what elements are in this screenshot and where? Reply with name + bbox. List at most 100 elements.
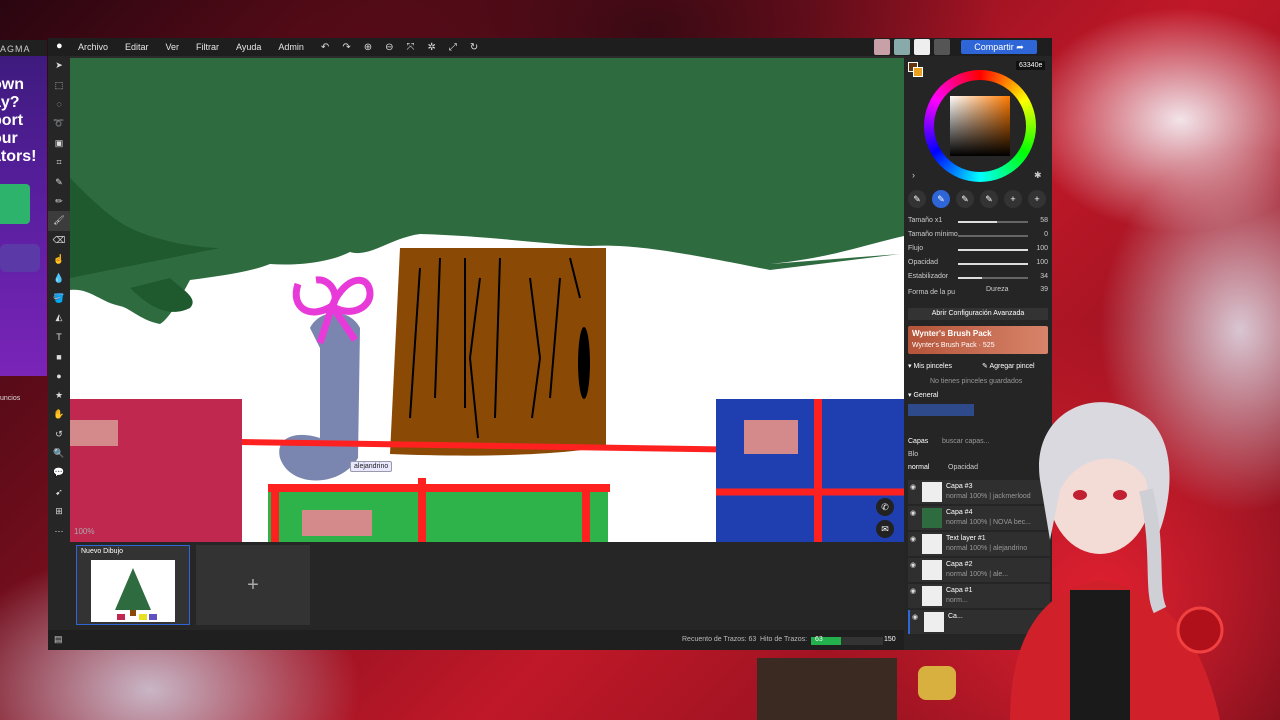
color-square[interactable]	[950, 96, 1010, 156]
hand-icon[interactable]: ✋	[48, 405, 70, 424]
size-fill	[958, 221, 997, 223]
rotate-icon[interactable]: ↻	[470, 42, 478, 53]
eye-icon[interactable]: ◉	[910, 561, 916, 569]
eraser-icon[interactable]: ⌫	[48, 231, 70, 250]
sidebar-ad[interactable]: AGMA own ay? port our ators!	[0, 40, 47, 376]
min-size-slider[interactable]: Tamaño mínimo 0	[908, 230, 1048, 242]
pencil-icon[interactable]: ✏	[48, 192, 70, 211]
size-track[interactable]	[958, 221, 1028, 223]
brush-preset-6[interactable]: +	[1028, 190, 1046, 208]
brush-icon[interactable]: 🖌	[48, 211, 70, 231]
brush-preset-3[interactable]: ✎	[956, 190, 974, 208]
share-button[interactable]: Compartir ➦	[961, 40, 1037, 54]
document-title: Nuevo Dibujo	[81, 548, 124, 555]
eye-icon[interactable]: ◉	[910, 483, 916, 491]
pointer-icon[interactable]: ➹	[48, 483, 70, 502]
gear-icon[interactable]: ✱	[1034, 170, 1042, 181]
avatar[interactable]	[874, 39, 890, 55]
eye-icon[interactable]: ◉	[912, 613, 918, 621]
drawing-canvas[interactable]: alejandrino ✆ ✉	[70, 58, 904, 542]
brush-preset-1[interactable]: ✎	[908, 190, 926, 208]
lasso-icon[interactable]: ➰	[48, 114, 70, 133]
zoom-in-icon[interactable]: ⊕	[364, 42, 372, 53]
brush-preset-5[interactable]: +	[1004, 190, 1022, 208]
zoom-out-icon[interactable]: ⊖	[385, 42, 393, 53]
crop-icon[interactable]: ⌗	[48, 153, 70, 172]
transform-icon[interactable]: ▣	[48, 134, 70, 153]
opacity-slider[interactable]: Opacidad 100	[908, 258, 1048, 270]
flow-slider[interactable]: Flujo 100	[908, 244, 1048, 256]
opacity-track[interactable]	[958, 263, 1028, 265]
color-wheel[interactable]	[924, 70, 1036, 182]
call-icon[interactable]: ✆	[876, 498, 894, 516]
advanced-settings-button[interactable]: Abrir Configuración Avanzada	[908, 308, 1048, 320]
menu-admin[interactable]: Admin	[278, 42, 304, 52]
star-shape-icon[interactable]: ★	[48, 386, 70, 405]
add-brush-button[interactable]: ✎ Agregar pincel	[982, 362, 1035, 370]
settings-icon[interactable]: ✲	[427, 42, 435, 53]
menu-editar[interactable]: Editar	[125, 42, 149, 52]
add-document-button[interactable]: +	[196, 545, 310, 625]
ad-brand: AGMA	[0, 40, 47, 56]
expand-icon[interactable]: ›	[912, 170, 915, 180]
menu-bar: ● Archivo Editar Ver Filtrar Ayuda Admin…	[48, 38, 1052, 56]
panel-toggle-icon[interactable]: ▤	[54, 634, 63, 645]
chat-icon[interactable]: ✉	[876, 520, 894, 538]
brush-preset-2[interactable]: ✎	[932, 190, 950, 208]
rect-shape-icon[interactable]: ■	[48, 347, 70, 366]
app-logo-icon[interactable]: ●	[56, 40, 70, 54]
avatar[interactable]	[934, 39, 950, 55]
eye-icon[interactable]: ◉	[910, 509, 916, 517]
my-brushes-header[interactable]: ▾ Mis pinceles	[908, 362, 952, 370]
document-strip: Nuevo Dibujo +	[70, 542, 904, 630]
eye-icon[interactable]: ◉	[910, 587, 916, 595]
fill-icon[interactable]: 🪣	[48, 289, 70, 308]
smudge-icon[interactable]: ☝	[48, 250, 70, 269]
drawing-app: ● Archivo Editar Ver Filtrar Ayuda Admin…	[48, 38, 1052, 650]
stabilizer-slider[interactable]: Estabilizador 34	[908, 272, 1048, 284]
flow-track[interactable]	[958, 249, 1028, 251]
ad-links[interactable]: uncios	[0, 395, 20, 402]
secondary-color-swatch[interactable]	[913, 67, 923, 77]
avatar[interactable]	[894, 39, 910, 55]
rotate-view-icon[interactable]: ↺	[48, 424, 70, 443]
layer-blend-mode[interactable]: normal	[908, 464, 929, 471]
move-tool-icon[interactable]: ➤	[48, 56, 70, 75]
general-header[interactable]: ▾ General	[908, 391, 938, 399]
size-slider[interactable]: Tamaño x1 58	[908, 216, 1048, 228]
undo-icon[interactable]: ↶	[321, 42, 329, 53]
min-size-track[interactable]	[958, 235, 1028, 237]
color-hex[interactable]: 63340e	[1016, 61, 1046, 70]
document-thumbnail[interactable]: Nuevo Dibujo	[76, 545, 190, 625]
avatar[interactable]	[914, 39, 930, 55]
menu-filtrar[interactable]: Filtrar	[196, 42, 219, 52]
blur-icon[interactable]: 💧	[48, 269, 70, 288]
fullscreen-icon[interactable]: ⤢	[449, 42, 457, 53]
text-icon[interactable]: T	[48, 327, 70, 346]
select-ellipse-icon[interactable]: ◌	[48, 95, 70, 114]
eyedropper-icon[interactable]: ✎	[48, 172, 70, 191]
zoom-icon[interactable]: 🔍	[48, 444, 70, 463]
my-brushes-label: Mis pinceles	[913, 363, 952, 370]
comment-icon[interactable]: 💬	[48, 463, 70, 482]
stabilizer-track[interactable]	[958, 277, 1028, 279]
redo-icon[interactable]: ↷	[342, 42, 350, 53]
ad-headline: own ay? port our ators!	[0, 76, 37, 165]
stroke-value: 63	[815, 636, 823, 643]
menu-ver[interactable]: Ver	[166, 42, 180, 52]
layer-thumb	[922, 560, 942, 580]
brush-pack-banner[interactable]: Wynter's Brush Pack Wynter's Brush Pack …	[908, 326, 1048, 354]
brush-preset-4[interactable]: ✎	[980, 190, 998, 208]
fit-icon[interactable]: ⤧	[406, 42, 414, 53]
ellipse-shape-icon[interactable]: ●	[48, 366, 70, 385]
menu-ayuda[interactable]: Ayuda	[236, 42, 261, 52]
brush-shape-row[interactable]: Forma de la pu Dureza 39	[908, 286, 1048, 300]
preview-drawing	[115, 568, 157, 620]
add-icon[interactable]: ⊞	[48, 502, 70, 521]
eye-icon[interactable]: ◉	[910, 535, 916, 543]
min-size-value: 0	[1044, 231, 1048, 238]
more-icon[interactable]: ⋯	[48, 521, 70, 540]
menu-archivo[interactable]: Archivo	[78, 42, 108, 52]
gradient-icon[interactable]: ◭	[48, 308, 70, 327]
select-rect-icon[interactable]: ⬚	[48, 75, 70, 94]
